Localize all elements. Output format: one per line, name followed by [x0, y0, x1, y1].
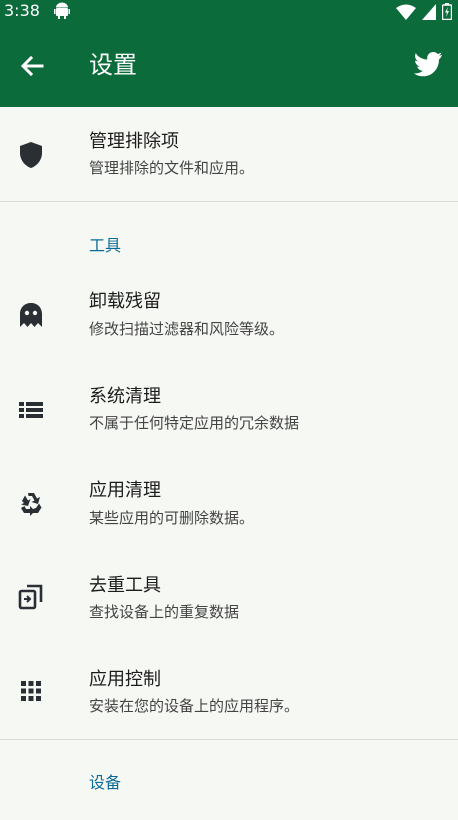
- tool-title: 应用控制: [89, 669, 161, 690]
- tool-title: 系统清理: [89, 386, 161, 407]
- apps-grid-icon: [16, 676, 46, 706]
- duplicate-icon: [16, 582, 46, 612]
- section-header-tools: 工具: [89, 236, 122, 255]
- tool-subtitle: 修改扫描过滤器和风险等级。: [89, 320, 285, 338]
- status-bar: 3:38: [0, 0, 458, 24]
- divider: [0, 739, 458, 740]
- tool-item-system-cleaner[interactable]: 系统清理 不属于任何特定应用的冗余数据: [0, 362, 458, 456]
- tool-title: 去重工具: [89, 575, 161, 596]
- tool-subtitle: 不属于任何特定应用的冗余数据: [89, 414, 300, 432]
- tool-subtitle: 某些应用的可删除数据。: [89, 509, 255, 527]
- tool-item-corpse-finder[interactable]: 卸载残留 修改扫描过滤器和风险等级。: [0, 268, 458, 362]
- recycle-icon: [16, 489, 46, 519]
- list-icon: [16, 395, 46, 425]
- section-header-device: 设备: [89, 773, 122, 792]
- exclusions-title: 管理排除项: [89, 131, 179, 152]
- app-bar: 设置: [0, 24, 458, 107]
- status-time: 3:38: [4, 1, 40, 20]
- tool-item-deduplicator[interactable]: 去重工具 查找设备上的重复数据: [0, 551, 458, 645]
- divider: [0, 201, 458, 202]
- twitter-icon[interactable]: [413, 52, 444, 80]
- back-arrow-icon[interactable]: [18, 52, 46, 80]
- tool-title: 应用清理: [89, 480, 161, 501]
- tool-subtitle: 安装在您的设备上的应用程序。: [89, 697, 300, 715]
- ghost-icon: [16, 300, 46, 330]
- exclusions-subtitle: 管理排除的文件和应用。: [89, 159, 255, 177]
- shield-icon: [16, 140, 46, 170]
- wifi-icon: [396, 4, 416, 24]
- exclusions-item[interactable]: 管理排除项 管理排除的文件和应用。: [0, 107, 458, 201]
- tool-subtitle: 查找设备上的重复数据: [89, 603, 240, 621]
- android-icon: [54, 2, 70, 24]
- tool-item-app-cleaner[interactable]: 应用清理 某些应用的可删除数据。: [0, 457, 458, 551]
- tool-title: 卸载残留: [89, 291, 161, 312]
- battery-icon: [441, 3, 453, 24]
- signal-icon: [422, 3, 436, 24]
- tool-item-app-control[interactable]: 应用控制 安装在您的设备上的应用程序。: [0, 645, 458, 739]
- page-title: 设置: [89, 51, 137, 79]
